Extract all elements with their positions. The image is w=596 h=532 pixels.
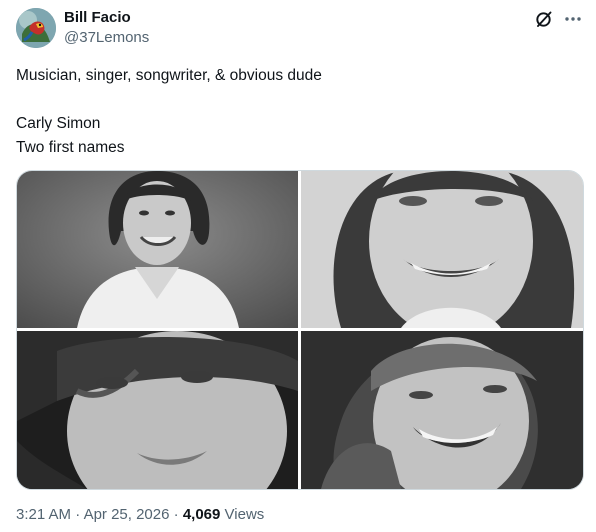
grok-slash-icon[interactable]: [534, 9, 554, 29]
tweet-metadata: 3:21 AM · Apr 25, 2026 · 4,069 Views: [16, 505, 264, 525]
photo-top-left[interactable]: [17, 171, 298, 328]
meta-separator: ·: [169, 506, 183, 523]
tweet-date[interactable]: Apr 25, 2026: [84, 506, 170, 523]
tweet-time[interactable]: 3:21 AM: [16, 506, 71, 523]
photo-bottom-left[interactable]: [17, 331, 298, 489]
tweet-line: Two first names: [16, 139, 125, 156]
tweet-text: Musician, singer, songwriter, & obvious …: [16, 64, 576, 160]
views-count: 4,069: [182, 506, 221, 523]
meta-separator: ·: [71, 506, 84, 523]
avatar[interactable]: [16, 8, 56, 48]
author-handle[interactable]: @37Lemons: [64, 29, 149, 47]
media-grid: [16, 170, 584, 490]
tweet-line: Carly Simon: [16, 115, 101, 132]
tweet-line: Musician, singer, songwriter, & obvious …: [16, 67, 322, 84]
more-dots-icon[interactable]: [562, 9, 584, 29]
views-label: Views: [224, 506, 265, 523]
photo-top-right[interactable]: [301, 171, 583, 328]
tweet-line-gap: [16, 88, 576, 112]
author-name[interactable]: Bill Facio: [64, 9, 131, 27]
tweet: Bill Facio @37Lemons Musician, singer, s…: [0, 0, 596, 532]
photo-bottom-right[interactable]: [301, 331, 583, 489]
